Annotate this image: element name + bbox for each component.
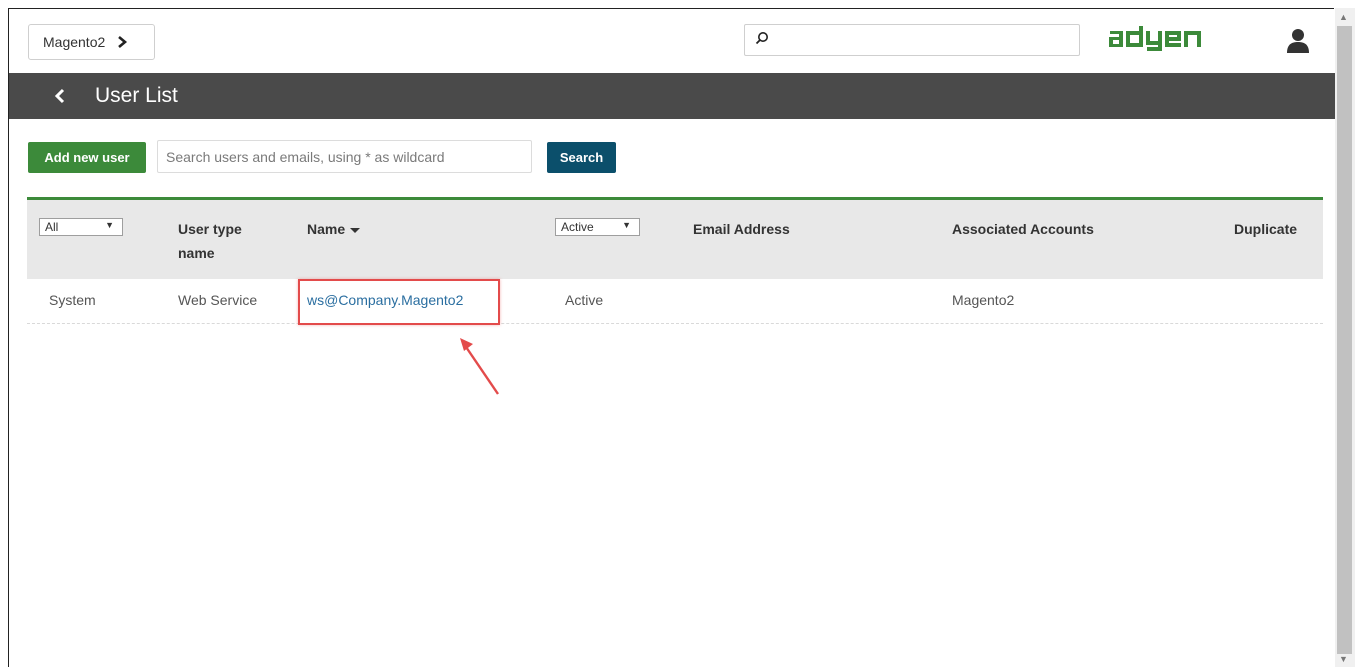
annotation-arrow-icon	[460, 338, 499, 395]
user-profile-icon[interactable]	[1286, 27, 1310, 55]
type-filter-value: All	[45, 220, 59, 234]
dropdown-arrow-icon: ▼	[622, 220, 631, 230]
column-email-address: Email Address	[693, 221, 790, 237]
status-filter-select[interactable]: Active ▼	[555, 218, 640, 236]
dropdown-arrow-icon: ▼	[105, 220, 114, 230]
back-button[interactable]	[45, 81, 75, 111]
sort-caret-icon	[350, 227, 361, 233]
search-icon	[755, 31, 769, 50]
column-user-type-name: User type name	[178, 221, 242, 261]
chevron-left-icon	[54, 88, 65, 104]
cell-type: System	[49, 292, 96, 308]
global-search-input[interactable]	[744, 24, 1080, 56]
cell-status: Active	[565, 292, 604, 308]
user-search-placeholder: Search users and emails, using * as wild…	[166, 148, 445, 165]
user-table: All ▼ User type name Name Active ▼ Email…	[27, 197, 1323, 325]
column-name[interactable]: Name	[307, 217, 361, 241]
scroll-up-arrow-icon[interactable]: ▲	[1339, 12, 1348, 22]
cell-associated-accounts: Magento2	[952, 292, 1015, 308]
add-new-user-button[interactable]: Add new user	[28, 142, 146, 173]
type-filter-select[interactable]: All ▼	[39, 218, 123, 236]
user-search-input[interactable]: Search users and emails, using * as wild…	[157, 140, 532, 173]
scroll-down-arrow-icon[interactable]: ▼	[1339, 654, 1348, 664]
search-button[interactable]: Search	[547, 142, 616, 173]
adyen-logo	[1108, 22, 1204, 54]
chevron-right-icon	[115, 35, 129, 49]
account-label: Magento2	[43, 34, 106, 50]
highlight-box	[298, 279, 500, 325]
table-header: All ▼ User type name Name Active ▼ Email…	[27, 197, 1323, 279]
column-associated-accounts: Associated Accounts	[952, 221, 1094, 237]
cell-user-type: Web Service	[178, 292, 258, 308]
status-filter-value: Active	[561, 220, 594, 234]
scrollbar-thumb[interactable]	[1337, 26, 1352, 654]
page-header-bar: User List	[9, 73, 1335, 119]
page-title: User List	[95, 84, 178, 107]
column-name-label: Name	[307, 221, 346, 237]
table-row: System Web Service ws@Company.Magento2 A…	[27, 279, 1323, 325]
account-selector-button[interactable]: Magento2	[28, 24, 155, 60]
adyen-logo-graphic	[1109, 26, 1201, 51]
column-duplicate: Duplicate	[1234, 221, 1298, 237]
